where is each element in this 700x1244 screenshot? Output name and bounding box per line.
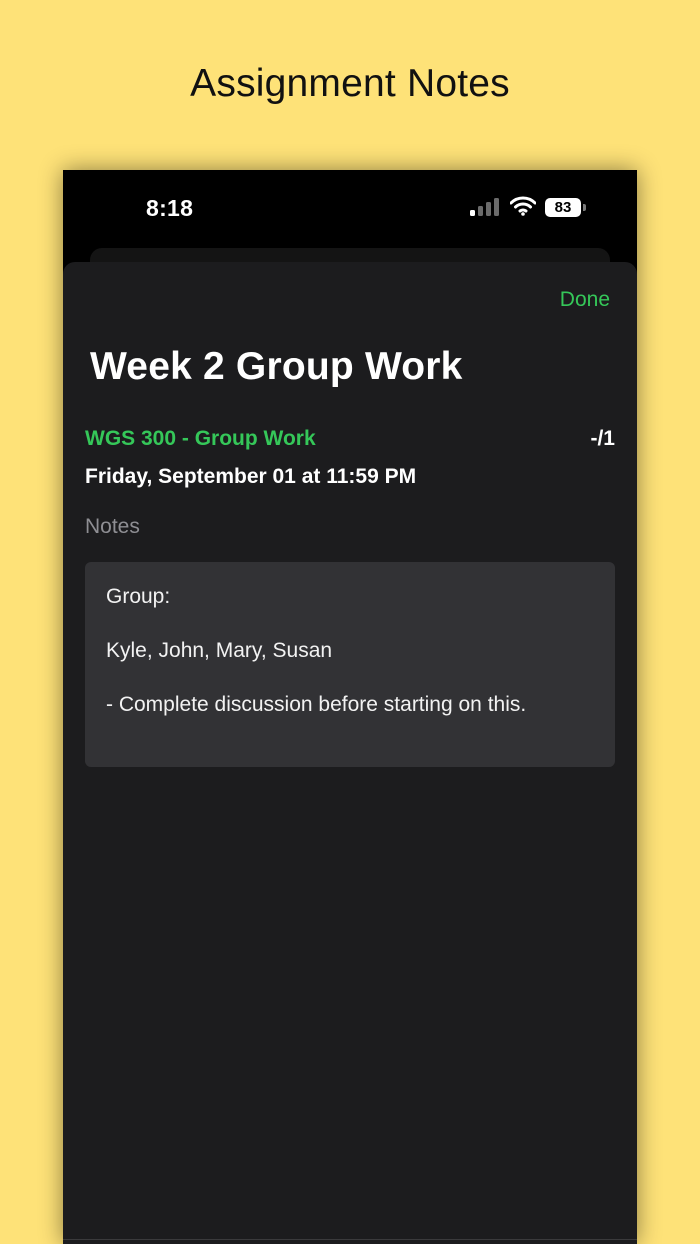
assignment-sheet: Done Week 2 Group Work WGS 300 - Group W… — [63, 262, 637, 1244]
done-button[interactable]: Done — [560, 288, 610, 312]
battery-icon: 83 — [545, 198, 586, 217]
course-name: WGS 300 - Group Work — [85, 427, 316, 450]
score-badge: -/1 — [590, 427, 615, 450]
due-date: Friday, September 01 at 11:59 PM — [85, 465, 417, 488]
caption-title: Assignment Notes — [190, 62, 510, 105]
notes-line: Kyle, John, Mary, Susan — [106, 639, 333, 662]
wifi-icon — [510, 196, 536, 216]
page-title: Week 2 Group Work — [90, 345, 463, 388]
signal-icon — [470, 198, 500, 216]
notes-line: Group: — [106, 585, 171, 608]
notes-line: - Complete discussion before starting on… — [106, 693, 527, 716]
notes-text-area[interactable]: Group: Kyle, John, Mary, Susan - Complet… — [85, 562, 615, 767]
status-bar: 8:18 83 — [63, 170, 637, 246]
status-time: 8:18 — [146, 195, 194, 221]
phone-screen: 8:18 83 Done Week 2 Group Work WGS 300 -… — [63, 170, 637, 1244]
divider — [63, 1239, 637, 1240]
battery-level: 83 — [545, 198, 581, 217]
notes-label: Notes — [85, 515, 140, 538]
